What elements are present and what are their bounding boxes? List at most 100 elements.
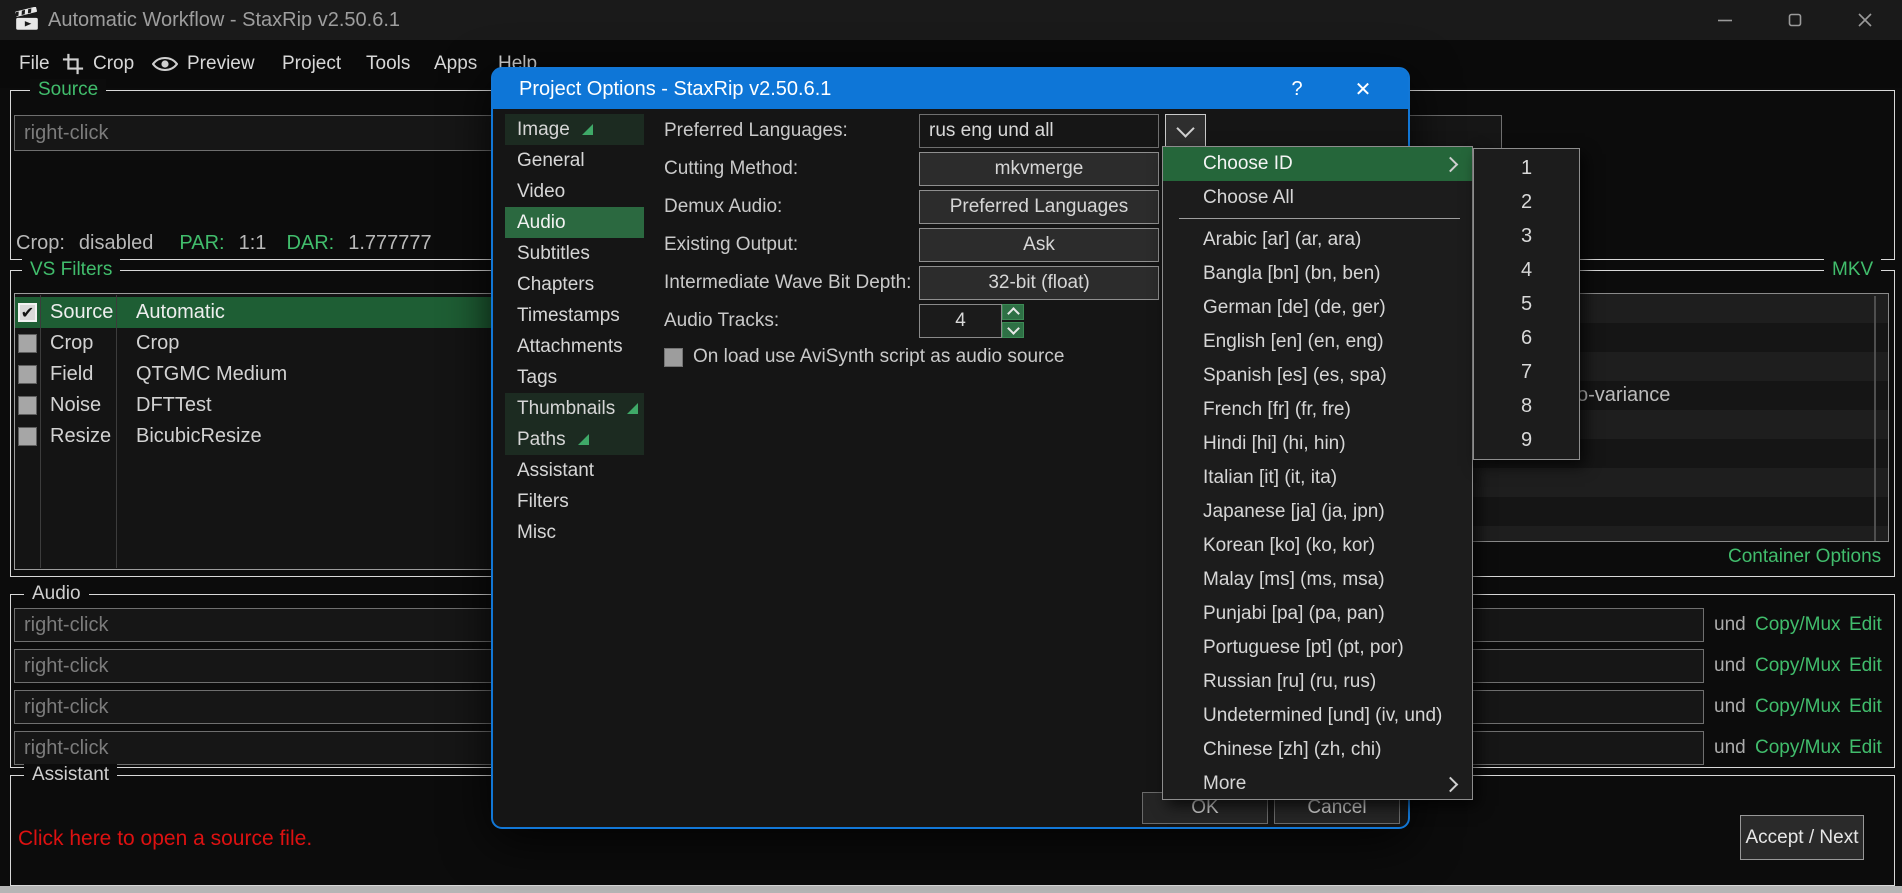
mkv-group-label: MKV — [1824, 259, 1881, 281]
sidebar-item-subtitles[interactable]: Subtitles — [505, 238, 644, 269]
sidebar-item-video[interactable]: Video — [505, 176, 644, 207]
id-submenu: 1 2 3 4 5 6 7 8 9 — [1473, 148, 1580, 460]
submenu-item-7[interactable]: 7 — [1474, 355, 1579, 389]
demux-audio-button[interactable]: Preferred Languages — [919, 190, 1159, 224]
preferred-languages-dropdown-button[interactable] — [1165, 114, 1206, 148]
audio-group-label: Audio — [24, 583, 89, 605]
menu-item-spanish[interactable]: Spanish [es] (es, spa) — [1163, 359, 1472, 393]
assistant-message[interactable]: Click here to open a source file. — [18, 827, 312, 851]
menu-item-punjabi[interactable]: Punjabi [pa] (pa, pan) — [1163, 597, 1472, 631]
avisynth-source-checkbox[interactable] — [664, 348, 683, 367]
audio-lang-3: und — [1714, 696, 1746, 718]
copy-mux-link-3[interactable]: Copy/Mux — [1755, 696, 1841, 718]
filter-checkbox-checked[interactable]: ✔ — [18, 303, 37, 322]
menu-tools[interactable]: Tools — [366, 40, 410, 88]
copy-mux-link-1[interactable]: Copy/Mux — [1755, 614, 1841, 636]
sidebar-item-audio[interactable]: Audio — [505, 207, 644, 238]
submenu-item-1[interactable]: 1 — [1474, 151, 1579, 185]
sidebar-item-image[interactable]: Image — [505, 114, 644, 145]
submenu-item-8[interactable]: 8 — [1474, 389, 1579, 423]
chevron-up-icon — [1007, 307, 1020, 320]
sidebar-item-general[interactable]: General — [505, 145, 644, 176]
dialog-title: Project Options - StaxRip v2.50.6.1 — [519, 78, 831, 101]
window-bottom-edge — [0, 886, 1902, 893]
menu-item-malay[interactable]: Malay [ms] (ms, msa) — [1163, 563, 1472, 597]
par-value: 1:1 — [239, 232, 267, 255]
sidebar-item-chapters[interactable]: Chapters — [505, 269, 644, 300]
audio-tracks-down-button[interactable] — [1002, 322, 1024, 338]
menu-item-english[interactable]: English [en] (en, eng) — [1163, 325, 1472, 359]
eye-icon — [152, 55, 178, 73]
wave-bit-depth-button[interactable]: 32-bit (float) — [919, 266, 1159, 300]
sidebar-item-thumbnails[interactable]: Thumbnails — [505, 393, 644, 424]
submenu-arrow-icon — [1443, 156, 1459, 172]
menu-item-more[interactable]: More — [1163, 767, 1472, 801]
menu-item-choose-all[interactable]: Choose All — [1163, 181, 1472, 215]
submenu-item-9[interactable]: 9 — [1474, 423, 1579, 457]
submenu-item-6[interactable]: 6 — [1474, 321, 1579, 355]
submenu-item-3[interactable]: 3 — [1474, 219, 1579, 253]
sidebar-item-filters[interactable]: Filters — [505, 486, 644, 517]
preferred-languages-input[interactable] — [919, 114, 1159, 148]
dialog-close-button[interactable]: ✕ — [1343, 69, 1383, 109]
menu-item-arabic[interactable]: Arabic [ar] (ar, ara) — [1163, 223, 1472, 257]
menu-item-french[interactable]: French [fr] (fr, fre) — [1163, 393, 1472, 427]
menu-preview[interactable]: Preview — [152, 40, 255, 88]
sidebar-item-timestamps[interactable]: Timestamps — [505, 300, 644, 331]
audio-tracks-value[interactable]: 4 — [919, 304, 1002, 338]
minimize-button[interactable] — [1700, 0, 1750, 40]
sidebar-item-attachments[interactable]: Attachments — [505, 331, 644, 362]
par-label: PAR: — [179, 232, 224, 255]
submenu-item-5[interactable]: 5 — [1474, 287, 1579, 321]
menu-item-portuguese[interactable]: Portuguese [pt] (pt, por) — [1163, 631, 1472, 665]
demux-audio-label: Demux Audio: — [664, 190, 782, 224]
cutting-method-button[interactable]: mkvmerge — [919, 152, 1159, 186]
sidebar-item-tags[interactable]: Tags — [505, 362, 644, 393]
chevron-down-icon — [1007, 322, 1020, 335]
edit-link-4[interactable]: Edit — [1849, 737, 1882, 759]
sidebar-item-assistant[interactable]: Assistant — [505, 455, 644, 486]
copy-mux-link-2[interactable]: Copy/Mux — [1755, 655, 1841, 677]
edit-link-1[interactable]: Edit — [1849, 614, 1882, 636]
submenu-item-4[interactable]: 4 — [1474, 253, 1579, 287]
menu-item-korean[interactable]: Korean [ko] (ko, kor) — [1163, 529, 1472, 563]
menu-separator — [1179, 218, 1460, 219]
menu-item-japanese[interactable]: Japanese [ja] (ja, jpn) — [1163, 495, 1472, 529]
container-options-link[interactable]: Container Options — [1728, 546, 1881, 568]
accept-next-button[interactable]: Accept / Next — [1740, 815, 1864, 860]
maximize-button[interactable] — [1770, 0, 1820, 40]
audio-lang-1: und — [1714, 614, 1746, 636]
filter-type: Field — [40, 363, 126, 386]
close-button[interactable] — [1840, 0, 1890, 40]
dialog-help-button[interactable]: ? — [1277, 69, 1317, 109]
menu-item-choose-id[interactable]: Choose ID — [1163, 147, 1472, 181]
audio-tracks-up-button[interactable] — [1002, 304, 1024, 320]
submenu-item-2[interactable]: 2 — [1474, 185, 1579, 219]
filter-checkbox[interactable] — [18, 396, 37, 415]
edit-link-3[interactable]: Edit — [1849, 696, 1882, 718]
filter-checkbox[interactable] — [18, 427, 37, 446]
filter-checkbox[interactable] — [18, 365, 37, 384]
menu-item-hindi[interactable]: Hindi [hi] (hi, hin) — [1163, 427, 1472, 461]
filter-type: Resize — [40, 425, 126, 448]
menu-item-italian[interactable]: Italian [it] (it, ita) — [1163, 461, 1472, 495]
menu-item-bangla[interactable]: Bangla [bn] (bn, ben) — [1163, 257, 1472, 291]
sidebar-item-paths[interactable]: Paths — [505, 424, 644, 455]
menu-item-chinese[interactable]: Chinese [zh] (zh, chi) — [1163, 733, 1472, 767]
list-scrollbar[interactable] — [1874, 296, 1876, 541]
existing-output-label: Existing Output: — [664, 228, 798, 262]
existing-output-button[interactable]: Ask — [919, 228, 1159, 262]
sidebar-item-misc[interactable]: Misc — [505, 517, 644, 548]
dar-label: DAR: — [286, 232, 334, 255]
edit-link-2[interactable]: Edit — [1849, 655, 1882, 677]
minimize-icon — [1717, 12, 1733, 28]
menu-project[interactable]: Project — [282, 40, 341, 88]
filter-checkbox[interactable] — [18, 334, 37, 353]
staxrip-main-window: Automatic Workflow - StaxRip v2.50.6.1 F… — [0, 0, 1902, 893]
copy-mux-link-4[interactable]: Copy/Mux — [1755, 737, 1841, 759]
menu-apps[interactable]: Apps — [434, 40, 477, 88]
menu-item-russian[interactable]: Russian [ru] (ru, rus) — [1163, 665, 1472, 699]
menu-item-german[interactable]: German [de] (de, ger) — [1163, 291, 1472, 325]
menu-item-undetermined[interactable]: Undetermined [und] (iv, und) — [1163, 699, 1472, 733]
vs-filters-group-label: VS Filters — [22, 259, 120, 281]
